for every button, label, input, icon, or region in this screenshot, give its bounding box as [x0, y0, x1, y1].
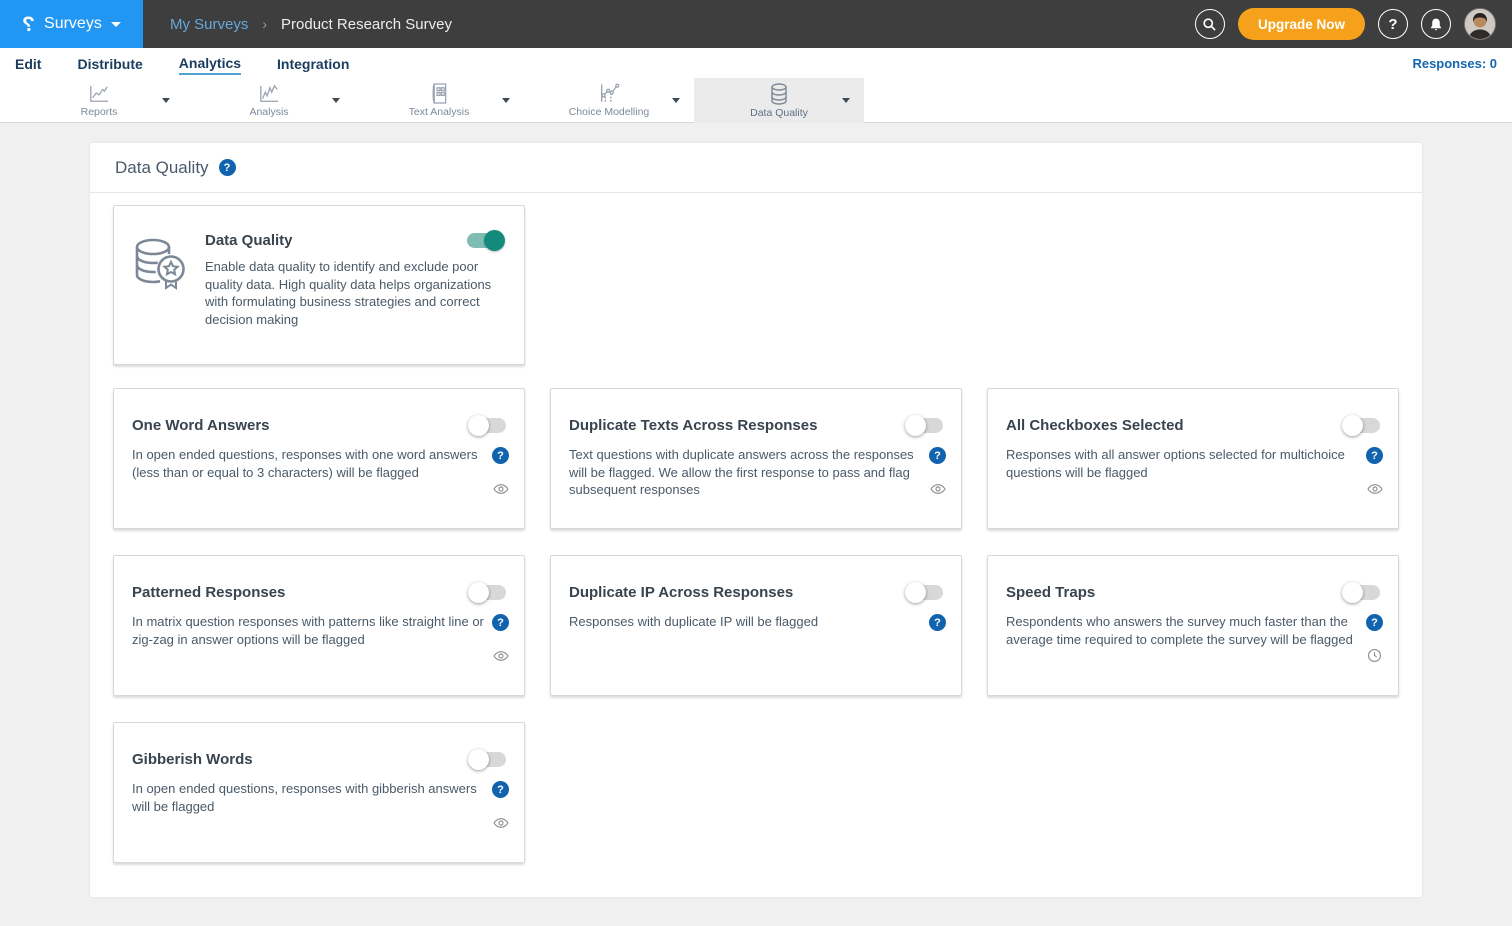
user-avatar[interactable] [1464, 8, 1496, 40]
help-icon[interactable]: ? [219, 159, 236, 176]
topbar: ? Surveys My Surveys › Product Research … [0, 0, 1512, 48]
chevron-down-icon[interactable] [672, 98, 680, 103]
chevron-down-icon [111, 22, 121, 27]
text-analysis-icon [430, 83, 448, 104]
eye-icon[interactable] [493, 815, 509, 831]
feature-card-description: Responses with all answer options select… [1006, 446, 1361, 481]
nav-item-edit[interactable]: Edit [15, 52, 41, 74]
question-mark-icon: ? [1388, 16, 1397, 33]
nav-item-analytics[interactable]: Analytics [179, 51, 241, 75]
feature-card-description: Respondents who answers the survey much … [1006, 613, 1361, 648]
tab-choice-modelling[interactable]: Choice Modelling [524, 78, 694, 123]
responses-count: Responses: 0 [1412, 56, 1497, 71]
breadcrumb: My Surveys › Product Research Survey [170, 16, 452, 33]
feature-toggle[interactable] [469, 752, 506, 767]
data-quality-panel: Data Quality ? Data Quality [90, 143, 1422, 897]
help-icon[interactable]: ? [492, 447, 509, 464]
feature-card: Patterned Responses In matrix question r… [113, 555, 525, 696]
feature-card-description: Responses with duplicate IP will be flag… [569, 613, 924, 631]
chevron-down-icon[interactable] [842, 98, 850, 103]
chevron-down-icon[interactable] [332, 98, 340, 103]
feature-card-description: In matrix question responses with patter… [132, 613, 487, 648]
help-icon[interactable]: ? [492, 781, 509, 798]
feature-card: Speed Traps Respondents who answers the … [987, 555, 1399, 696]
chevron-down-icon[interactable] [502, 98, 510, 103]
breadcrumb-current-survey: Product Research Survey [281, 16, 452, 33]
feature-card-description: Text questions with duplicate answers ac… [569, 446, 924, 499]
feature-card-title: Duplicate Texts Across Responses [569, 417, 817, 434]
feature-toggle[interactable] [1343, 585, 1380, 600]
reports-chart-icon [88, 84, 110, 104]
feature-toggle[interactable] [469, 585, 506, 600]
database-icon [769, 83, 789, 105]
feature-card: One Word Answers In open ended questions… [113, 388, 525, 529]
help-icon[interactable]: ? [929, 614, 946, 631]
app-switcher[interactable]: ? Surveys [0, 0, 143, 48]
tab-analysis[interactable]: Analysis [184, 78, 354, 123]
data-quality-main-card: Data Quality Enable data quality to iden… [113, 205, 525, 365]
breadcrumb-my-surveys[interactable]: My Surveys [170, 16, 248, 33]
eye-icon[interactable] [493, 648, 509, 664]
upgrade-now-button[interactable]: Upgrade Now [1238, 8, 1365, 40]
panel-body: Data Quality Enable data quality to iden… [90, 193, 1422, 863]
help-button[interactable]: ? [1378, 9, 1408, 39]
feature-toggle[interactable] [906, 585, 943, 600]
feature-card-title: Gibberish Words [132, 751, 253, 768]
help-icon[interactable]: ? [492, 614, 509, 631]
clock-icon[interactable] [1367, 648, 1383, 664]
analytics-tabstrip: Reports Analysis Text Analysis Choice Mo… [0, 78, 1512, 123]
bell-icon [1429, 17, 1443, 32]
nav-item-distribute[interactable]: Distribute [77, 52, 142, 74]
feature-card-title: Patterned Responses [132, 584, 285, 601]
main-card-description: Enable data quality to identify and excl… [205, 258, 504, 328]
eye-icon[interactable] [1367, 481, 1383, 497]
help-icon[interactable]: ? [1366, 447, 1383, 464]
feature-card: Duplicate IP Across Responses Responses … [550, 555, 962, 696]
main-card-title: Data Quality [205, 232, 293, 249]
feature-card-title: One Word Answers [132, 417, 270, 434]
questionpro-logo-icon: ? [22, 14, 35, 35]
chevron-down-icon[interactable] [162, 98, 170, 103]
survey-nav: Edit Distribute Analytics Integration Re… [0, 48, 1512, 78]
feature-toggle[interactable] [906, 418, 943, 433]
panel-header: Data Quality ? [90, 143, 1422, 193]
breadcrumb-separator-icon: › [262, 16, 267, 32]
feature-toggle[interactable] [1343, 418, 1380, 433]
feature-card: Gibberish Words In open ended questions,… [113, 722, 525, 863]
eye-icon[interactable] [930, 481, 946, 497]
feature-card: Duplicate Texts Across Responses Text qu… [550, 388, 962, 529]
feature-toggle[interactable] [469, 418, 506, 433]
data-quality-toggle[interactable] [467, 233, 504, 248]
feature-card-title: Speed Traps [1006, 584, 1095, 601]
notifications-button[interactable] [1421, 9, 1451, 39]
tab-reports[interactable]: Reports [14, 78, 184, 123]
search-icon [1202, 17, 1217, 32]
choice-modelling-icon [598, 83, 620, 104]
feature-card-description: In open ended questions, responses with … [132, 446, 487, 481]
help-icon[interactable]: ? [1366, 614, 1383, 631]
nav-item-integration[interactable]: Integration [277, 52, 349, 74]
help-icon[interactable]: ? [929, 447, 946, 464]
database-award-icon [131, 236, 187, 364]
eye-icon[interactable] [493, 481, 509, 497]
tab-data-quality[interactable]: Data Quality [694, 78, 864, 123]
feature-card-grid: One Word Answers In open ended questions… [113, 388, 1399, 863]
main-card-content: Data Quality Enable data quality to iden… [205, 232, 504, 364]
feature-card: All Checkboxes Selected Responses with a… [987, 388, 1399, 529]
search-button[interactable] [1195, 9, 1225, 39]
topbar-actions: Upgrade Now ? [1195, 8, 1512, 40]
page-title: Data Quality [115, 158, 209, 178]
feature-card-description: In open ended questions, responses with … [132, 780, 487, 815]
tab-text-analysis[interactable]: Text Analysis [354, 78, 524, 123]
feature-card-title: All Checkboxes Selected [1006, 417, 1184, 434]
product-name: Surveys [44, 15, 102, 33]
analysis-chart-icon [258, 84, 280, 104]
feature-card-title: Duplicate IP Across Responses [569, 584, 793, 601]
